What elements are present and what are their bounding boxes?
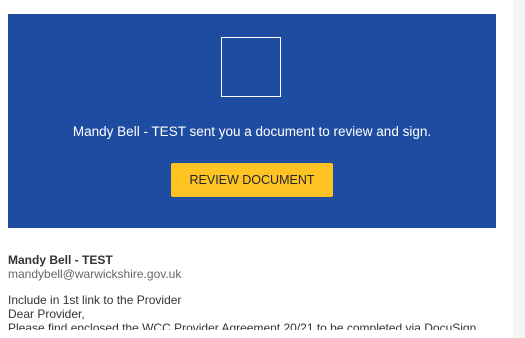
banner-message: Mandy Bell - TEST sent you a document to… [72,124,432,139]
review-document-button[interactable]: REVIEW DOCUMENT [171,163,333,197]
sender-name: Mandy Bell - TEST [8,253,113,267]
body-line: Please find enclosed the WCC Provider Ag… [8,321,477,330]
document-banner: Mandy Bell - TEST sent you a document to… [8,14,496,228]
logo-placeholder-icon [221,37,281,97]
message-body: Include in 1st link to the Provider Dear… [8,293,496,330]
scrollbar-track[interactable] [513,0,525,338]
email-view: Mandy Bell - TEST sent you a document to… [0,0,525,338]
sender-email: mandybell@warwickshire.gov.uk [8,267,182,281]
sender-block: Mandy Bell - TEST mandybell@warwickshire… [8,253,496,281]
body-line: Dear Provider, [8,307,85,321]
body-line: Include in 1st link to the Provider [8,293,182,307]
